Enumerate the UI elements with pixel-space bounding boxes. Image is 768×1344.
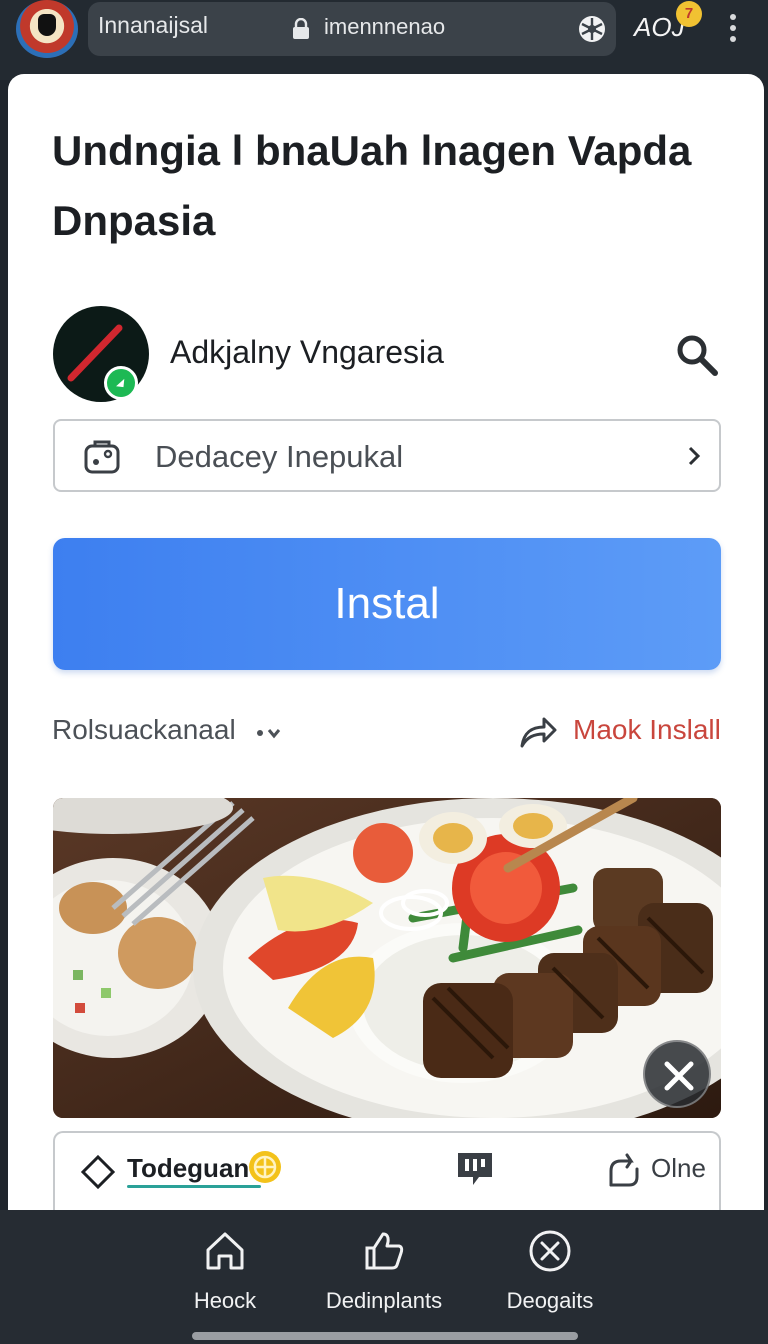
feedback-icon[interactable] (455, 1149, 495, 1189)
site-settings-icon[interactable] (578, 15, 606, 43)
notification-badge: 7 (676, 1, 702, 27)
install-button[interactable]: Instal (53, 538, 721, 670)
action-tab-row: Todeguan Olne (53, 1131, 721, 1211)
nav-label-dedinplants: Dedinplants (325, 1288, 443, 1313)
home-indicator[interactable] (192, 1332, 578, 1340)
address-bar[interactable]: Innanaijsal imennnenao (88, 2, 616, 56)
nav-item-home[interactable]: Heock (145, 1228, 305, 1328)
coin-icon[interactable] (247, 1149, 283, 1185)
detail-row[interactable]: Dedacey Inepukal (53, 419, 721, 492)
bottom-navigation: Heock Dedinplants Deogaits (0, 1210, 768, 1344)
home-icon (206, 1232, 244, 1270)
nav-label-home: Heock (193, 1288, 257, 1313)
nav-item-deogaits[interactable]: Deogaits (470, 1228, 630, 1328)
page-title: Undngia l bnaUah lnagen Vapda Dnpasia (52, 127, 692, 244)
open-label[interactable]: Olne (651, 1153, 706, 1184)
thumbs-up-icon (365, 1232, 404, 1270)
open-icon[interactable] (607, 1151, 641, 1189)
search-icon[interactable] (674, 332, 720, 378)
detail-label: Dedacey Inepukal (155, 439, 404, 474)
lock-icon (293, 18, 309, 39)
content-card: Undngia l bnaUah lnagen Vapda Dnpasia Ad… (8, 74, 764, 1211)
site-logo-icon[interactable] (16, 0, 78, 58)
verified-badge-icon (104, 366, 138, 400)
url-text: imennnenao (324, 14, 446, 39)
browser-top-bar: Innanaijsal imennnenao AOJ 7 (0, 0, 768, 80)
nav-label-deogaits: Deogaits (506, 1288, 594, 1313)
diamond-icon[interactable] (81, 1155, 115, 1189)
more-label[interactable]: Rolsuackanaal (52, 714, 236, 746)
share-install-link[interactable]: Maok Inslall (573, 714, 721, 746)
chevron-right-icon (688, 446, 701, 466)
close-image-button[interactable] (643, 1040, 711, 1108)
close-circle-icon (529, 1230, 571, 1272)
close-icon (664, 1061, 694, 1091)
tab-title: Innanaijsal (98, 12, 208, 38)
tab-todeguan[interactable]: Todeguan (127, 1153, 249, 1184)
more-menu-icon[interactable] (722, 12, 744, 44)
publisher-name[interactable]: Adkjalny Vngaresia (170, 334, 444, 371)
share-icon[interactable] (518, 714, 558, 750)
active-tab-indicator (127, 1185, 261, 1188)
bag-icon (84, 440, 120, 474)
dots-chevron-icon[interactable] (256, 724, 286, 742)
food-photo (53, 798, 721, 1118)
nav-item-dedinplants[interactable]: Dedinplants (304, 1228, 464, 1328)
